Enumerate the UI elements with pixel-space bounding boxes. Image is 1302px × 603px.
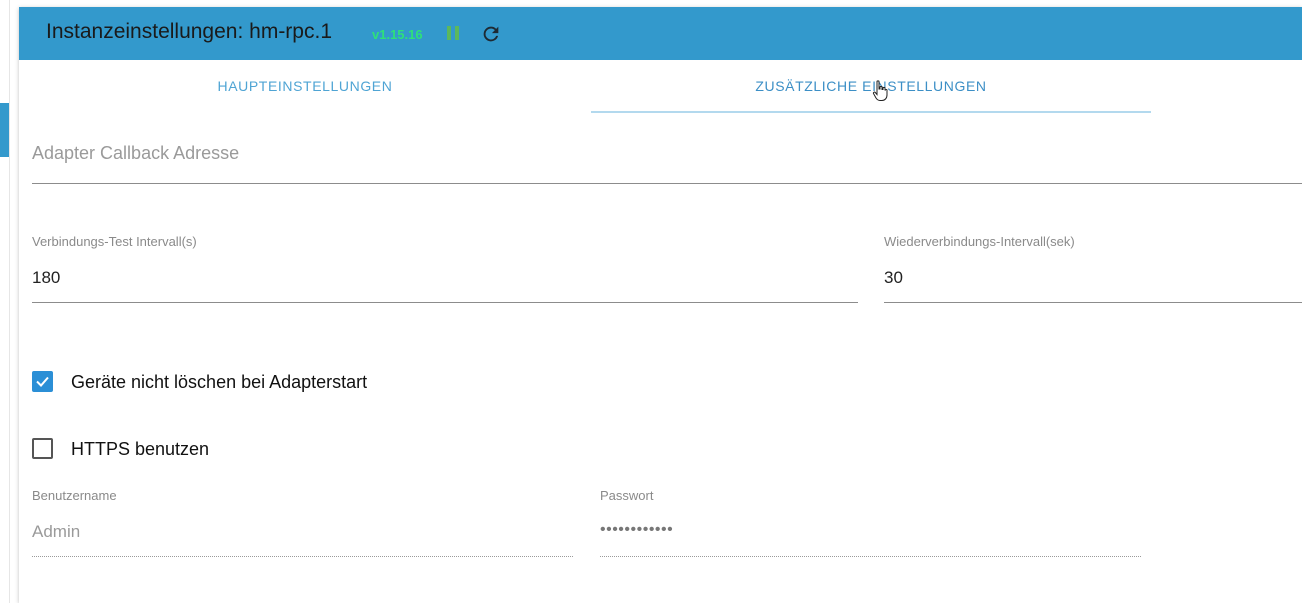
- reconnect-interval-underline: [884, 302, 1302, 303]
- sidebar-accent: [0, 103, 9, 157]
- check-interval-label: Verbindungs-Test Intervall(s): [32, 234, 197, 249]
- password-underline: [600, 556, 1141, 557]
- use-https-checkbox[interactable]: [32, 438, 53, 459]
- username-underline: [32, 556, 573, 557]
- dont-delete-devices-checkbox[interactable]: [32, 371, 53, 392]
- callback-address-placeholder: Adapter Callback Adresse: [32, 143, 240, 163]
- callback-address-underline: [32, 183, 1302, 184]
- active-tab-indicator: [591, 111, 1151, 113]
- reconnect-interval-label: Wiederverbindungs-Intervall(sek): [884, 234, 1075, 249]
- tab-main-settings-label: HAUPTEINSTELLUNGEN: [217, 78, 393, 94]
- version-badge: v1.15.16: [372, 27, 423, 42]
- password-label: Passwort: [600, 488, 654, 503]
- dont-delete-devices-label[interactable]: Geräte nicht löschen bei Adapterstart: [71, 372, 367, 393]
- use-https-label[interactable]: HTTPS benutzen: [71, 439, 209, 460]
- tab-additional-settings[interactable]: ZUSÄTZLICHE EINSTELLUNGEN: [591, 74, 1151, 114]
- password-value: ••••••••••••: [600, 521, 674, 538]
- instance-settings-dialog: Instanzeinstellungen: hm-rpc.1 v1.15.16 …: [19, 7, 1302, 603]
- username-label: Benutzername: [32, 488, 117, 503]
- check-interval-underline: [32, 302, 858, 303]
- check-interval-value: 180: [32, 268, 61, 287]
- reload-icon[interactable]: [480, 23, 502, 45]
- pause-icon[interactable]: [446, 24, 460, 42]
- tab-main-settings[interactable]: HAUPTEINSTELLUNGEN: [19, 74, 591, 114]
- hand-cursor-icon: [872, 80, 888, 101]
- checkmark-icon: [36, 376, 49, 387]
- dialog-title: Instanzeinstellungen: hm-rpc.1: [46, 20, 332, 43]
- tab-additional-settings-label: ZUSÄTZLICHE EINSTELLUNGEN: [755, 78, 987, 94]
- sidebar-border: [9, 0, 10, 603]
- reconnect-interval-value: 30: [884, 268, 903, 287]
- dialog-header: Instanzeinstellungen: hm-rpc.1 v1.15.16: [19, 7, 1302, 60]
- username-value: Admin: [32, 522, 81, 541]
